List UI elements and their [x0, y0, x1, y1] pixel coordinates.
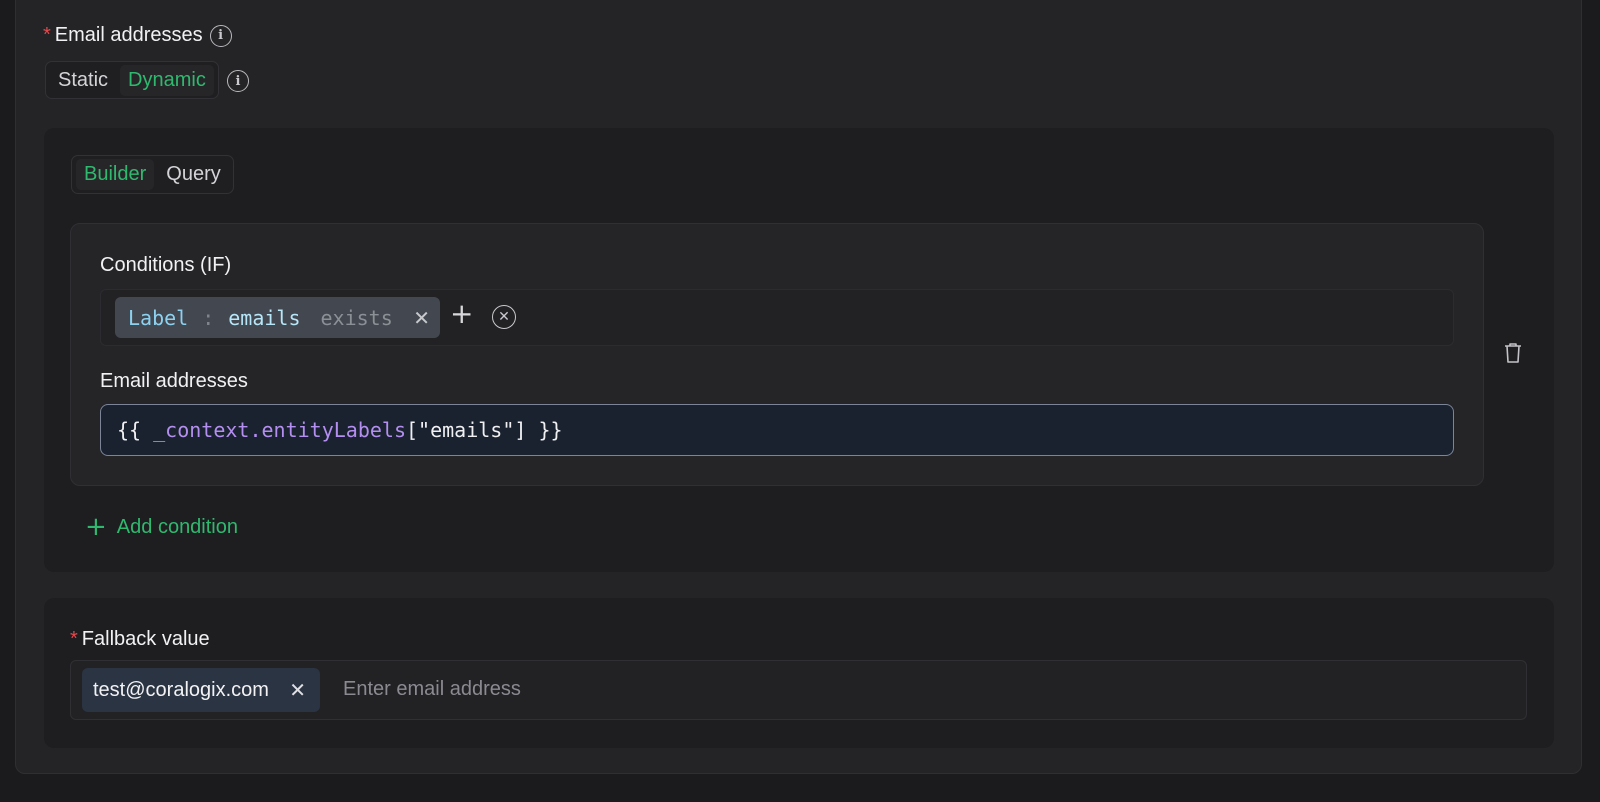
- required-marker: *: [70, 628, 78, 650]
- chip-key: Label: [128, 305, 189, 330]
- email-expression-input[interactable]: {{ _context.entityLabels ["emails"] }}: [100, 404, 1454, 456]
- tab-query[interactable]: Query: [158, 159, 228, 190]
- plus-icon: +: [85, 512, 107, 542]
- tab-dynamic[interactable]: Dynamic: [120, 64, 214, 96]
- email-addresses-expression-label: Email addresses: [100, 370, 248, 392]
- mode-segmented-control: Static Dynamic: [45, 61, 219, 99]
- trash-icon[interactable]: [1503, 341, 1523, 365]
- add-condition-button[interactable]: + Add condition: [85, 514, 238, 540]
- add-condition-label: Add condition: [116, 515, 238, 538]
- circle-close-icon[interactable]: ✕: [492, 305, 516, 329]
- expression-context: _context.entityLabels: [153, 418, 406, 442]
- expression-rest: ["emails"] }}: [406, 418, 563, 442]
- email-chip[interactable]: test@coralogix.com ✕: [82, 668, 320, 712]
- tab-static[interactable]: Static: [50, 65, 116, 96]
- expression-open: {{: [117, 418, 154, 442]
- close-icon[interactable]: ✕: [289, 678, 306, 702]
- fallback-label-text: Fallback value: [81, 628, 210, 650]
- required-marker: *: [43, 24, 51, 46]
- chip-operator: exists: [320, 305, 393, 330]
- tab-builder[interactable]: Builder: [76, 159, 155, 190]
- close-icon[interactable]: ✕: [413, 306, 430, 330]
- email-addresses-label: * Email addresses i: [43, 24, 232, 47]
- email-chip-value: test@coralogix.com: [93, 678, 269, 701]
- plus-icon[interactable]: +: [450, 300, 473, 328]
- info-icon[interactable]: i: [227, 70, 249, 92]
- fallback-label: * Fallback value: [70, 628, 210, 651]
- email-input-placeholder[interactable]: Enter email address: [343, 678, 521, 701]
- email-addresses-text: Email addresses: [54, 24, 203, 46]
- condition-chip[interactable]: Label : emails exists ✕: [115, 297, 440, 338]
- chip-separator: :: [202, 305, 215, 330]
- info-icon[interactable]: i: [209, 24, 232, 47]
- builder-query-segmented-control: Builder Query: [71, 155, 234, 194]
- chip-value: emails: [228, 305, 301, 330]
- conditions-title: Conditions (IF): [100, 254, 232, 276]
